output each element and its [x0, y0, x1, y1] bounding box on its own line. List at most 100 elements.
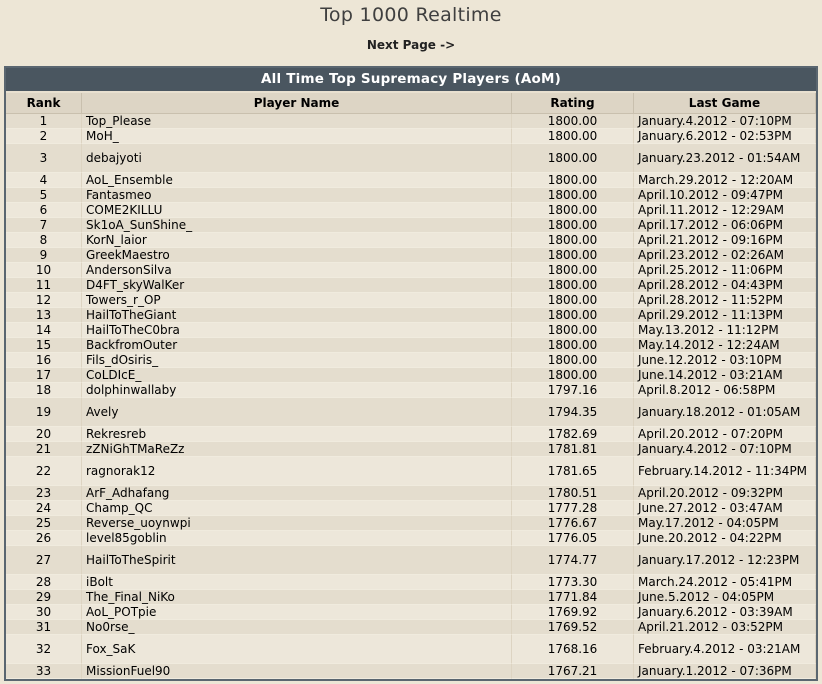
leaderboard-panel: All Time Top Supremacy Players (AoM) Ran… [4, 66, 818, 681]
player-name-link[interactable]: AoL_Ensemble [82, 173, 512, 188]
next-page-link[interactable]: Next Page -> [0, 38, 822, 52]
table-row: 17 CoLDIcE_ 1800.00 June.14.2012 - 03:21AM [6, 368, 816, 383]
player-name-link[interactable]: zZNiGhTMaReZz [82, 442, 512, 457]
last-game-cell: April.17.2012 - 06:06PM [634, 218, 816, 233]
last-game-cell: April.25.2012 - 11:06PM [634, 263, 816, 278]
rating-cell: 1800.00 [512, 188, 634, 203]
player-name-link[interactable]: D4FT_skyWalKer [82, 278, 512, 293]
player-name-link[interactable]: Sk1oA_SunShine_ [82, 218, 512, 233]
rank-cell: 10 [6, 263, 82, 278]
player-name-link[interactable]: AndersonSilva [82, 263, 512, 278]
last-game-cell: April.28.2012 - 11:52PM [634, 293, 816, 308]
rank-cell: 20 [6, 427, 82, 442]
player-name-link[interactable]: The_Final_NiKo [82, 590, 512, 605]
last-game-cell: April.29.2012 - 11:13PM [634, 308, 816, 323]
last-game-cell: January.1.2012 - 07:36PM [634, 664, 816, 679]
last-game-cell: June.14.2012 - 03:21AM [634, 368, 816, 383]
column-header-rating[interactable]: Rating [512, 93, 634, 114]
leaderboard-table: Rank Player Name Rating Last Game 1 Top_P… [6, 93, 816, 679]
rank-cell: 19 [6, 398, 82, 427]
last-game-cell: January.17.2012 - 12:23PM [634, 546, 816, 575]
table-row: 23 ArF_Adhafang 1780.51 April.20.2012 - 09:… [6, 486, 816, 501]
rating-cell: 1767.21 [512, 664, 634, 679]
rank-cell: 29 [6, 590, 82, 605]
rating-cell: 1800.00 [512, 233, 634, 248]
rating-cell: 1800.00 [512, 323, 634, 338]
table-row: 13 HailToTheGiant 1800.00 April.29.2012 - 1… [6, 308, 816, 323]
table-row: 4 AoL_Ensemble 1800.00 March.29.2012 - 12:2… [6, 173, 816, 188]
last-game-cell: May.17.2012 - 04:05PM [634, 516, 816, 531]
player-name-link[interactable]: level85goblin [82, 531, 512, 546]
table-row: 24 Champ_QC 1777.28 June.27.2012 - 03:47AM [6, 501, 816, 516]
leaderboard-rows: 1 Top_Please 1800.00 January.4.2012 - 07:10… [6, 114, 816, 679]
rank-cell: 1 [6, 114, 82, 129]
rank-cell: 11 [6, 278, 82, 293]
player-name-link[interactable]: MoH_ [82, 129, 512, 144]
table-row: 5 Fantasmeo 1800.00 April.10.2012 - 09:47PM [6, 188, 816, 203]
rank-cell: 25 [6, 516, 82, 531]
table-row: 18 dolphinwallaby 1797.16 April.8.2012 - 06… [6, 383, 816, 398]
rank-cell: 15 [6, 338, 82, 353]
table-header-row: Rank Player Name Rating Last Game [6, 93, 816, 114]
rating-cell: 1773.30 [512, 575, 634, 590]
player-name-link[interactable]: Top_Please [82, 114, 512, 129]
player-name-link[interactable]: debajyoti [82, 144, 512, 173]
rank-cell: 3 [6, 144, 82, 173]
player-name-link[interactable]: dolphinwallaby [82, 383, 512, 398]
player-name-link[interactable]: Avely [82, 398, 512, 427]
last-game-cell: June.20.2012 - 04:22PM [634, 531, 816, 546]
rating-cell: 1800.00 [512, 368, 634, 383]
player-name-link[interactable]: BackfromOuter [82, 338, 512, 353]
rank-cell: 17 [6, 368, 82, 383]
table-row: 7 Sk1oA_SunShine_ 1800.00 April.17.2012 - 0… [6, 218, 816, 233]
rating-cell: 1776.67 [512, 516, 634, 531]
table-row: 14 HailToTheC0bra 1800.00 May.13.2012 - 11:… [6, 323, 816, 338]
rank-cell: 6 [6, 203, 82, 218]
player-name-link[interactable]: COME2KILLU [82, 203, 512, 218]
column-header-last-game[interactable]: Last Game [634, 93, 816, 114]
player-name-link[interactable]: ArF_Adhafang [82, 486, 512, 501]
player-name-link[interactable]: AoL_POTpie [82, 605, 512, 620]
player-name-link[interactable]: Towers_r_OP [82, 293, 512, 308]
column-header-player-name[interactable]: Player Name [82, 93, 512, 114]
rating-cell: 1800.00 [512, 293, 634, 308]
player-name-link[interactable]: ragnorak12 [82, 457, 512, 486]
rating-cell: 1781.65 [512, 457, 634, 486]
player-name-link[interactable]: GreekMaestro [82, 248, 512, 263]
last-game-cell: January.4.2012 - 07:10PM [634, 442, 816, 457]
player-name-link[interactable]: Fox_SaK [82, 635, 512, 664]
rank-cell: 16 [6, 353, 82, 368]
rating-cell: 1800.00 [512, 203, 634, 218]
player-name-link[interactable]: Champ_QC [82, 501, 512, 516]
table-row: 27 HailToTheSpirit 1774.77 January.17.2012 … [6, 546, 816, 575]
player-name-link[interactable]: MissionFuel90 [82, 664, 512, 679]
rank-cell: 9 [6, 248, 82, 263]
rating-cell: 1780.51 [512, 486, 634, 501]
player-name-link[interactable]: Fils_dOsiris_ [82, 353, 512, 368]
player-name-link[interactable]: KorN_laior [82, 233, 512, 248]
column-header-rank[interactable]: Rank [6, 93, 82, 114]
last-game-cell: April.10.2012 - 09:47PM [634, 188, 816, 203]
player-name-link[interactable]: iBolt [82, 575, 512, 590]
last-game-cell: January.18.2012 - 01:05AM [634, 398, 816, 427]
player-name-link[interactable]: HailToTheGiant [82, 308, 512, 323]
player-name-link[interactable]: Rekresreb [82, 427, 512, 442]
rating-cell: 1800.00 [512, 353, 634, 368]
table-row: 26 level85goblin 1776.05 June.20.2012 - 04:… [6, 531, 816, 546]
rating-cell: 1781.81 [512, 442, 634, 457]
player-name-link[interactable]: HailToTheC0bra [82, 323, 512, 338]
rating-cell: 1776.05 [512, 531, 634, 546]
table-row: 25 Reverse_uoynwpi 1776.67 May.17.2012 - 04… [6, 516, 816, 531]
rank-cell: 21 [6, 442, 82, 457]
player-name-link[interactable]: Fantasmeo [82, 188, 512, 203]
leaderboard-page: Top 1000 Realtime Next Page -> All Time … [0, 0, 822, 684]
player-name-link[interactable]: Reverse_uoynwpi [82, 516, 512, 531]
rank-cell: 2 [6, 129, 82, 144]
rating-cell: 1800.00 [512, 144, 634, 173]
rating-cell: 1777.28 [512, 501, 634, 516]
rank-cell: 27 [6, 546, 82, 575]
player-name-link[interactable]: No0rse_ [82, 620, 512, 635]
rank-cell: 24 [6, 501, 82, 516]
player-name-link[interactable]: CoLDIcE_ [82, 368, 512, 383]
player-name-link[interactable]: HailToTheSpirit [82, 546, 512, 575]
